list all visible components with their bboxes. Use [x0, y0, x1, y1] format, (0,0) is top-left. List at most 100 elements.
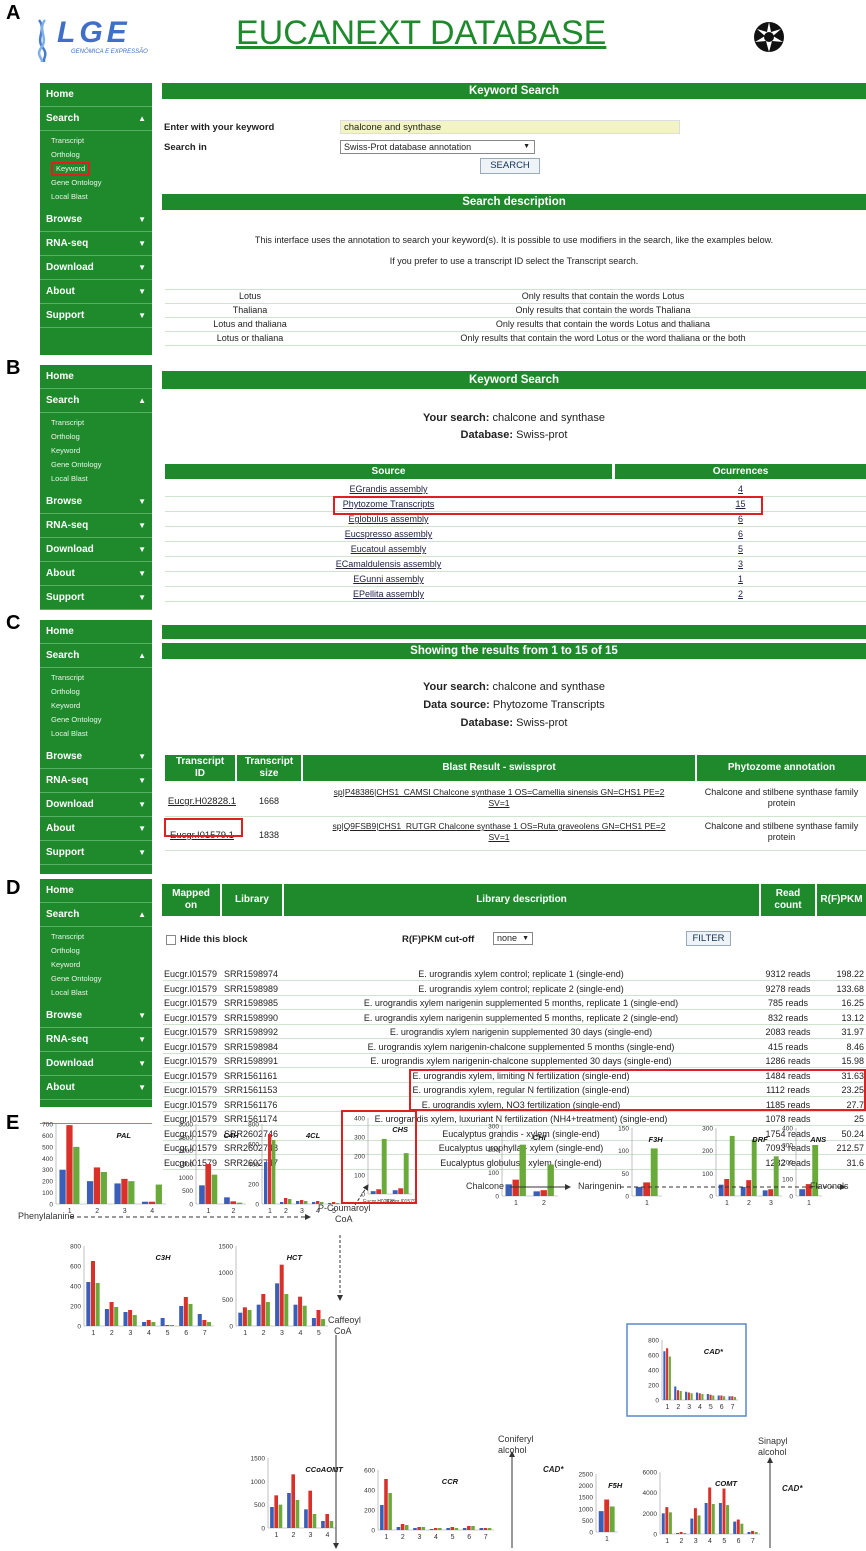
- chevron-up-icon: ▲: [138, 651, 146, 660]
- sidebar-item-gene-ontology[interactable]: Gene Ontology: [51, 458, 152, 472]
- source-link[interactable]: EPellita assembly: [165, 589, 612, 599]
- sidebar-item-browse[interactable]: Browse ▼: [40, 208, 152, 232]
- sidebar-item-browse[interactable]: Browse ▼: [40, 490, 152, 514]
- occurrence-link[interactable]: 1: [615, 574, 866, 584]
- blast-result-link[interactable]: sp|Q9FSB9|CHS1_RUTGR Chalcone synthase 1…: [303, 821, 695, 831]
- sidebar-item-home[interactable]: Home: [40, 365, 152, 389]
- source-link[interactable]: Eucspresso assembly: [165, 529, 612, 539]
- sidebar-item-search[interactable]: Search ▲: [40, 389, 152, 413]
- sidebar-item-gene-ontology[interactable]: Gene Ontology: [51, 176, 152, 190]
- bar: [519, 1144, 526, 1196]
- sidebar-item-about[interactable]: About ▼: [40, 280, 152, 304]
- sidebar-item-gene-ontology[interactable]: Gene Ontology: [51, 972, 152, 986]
- sidebar-item-keyword[interactable]: Keyword: [51, 958, 152, 972]
- sidebar-item-transcript[interactable]: Transcript: [51, 134, 152, 148]
- sidebar-item-keyword[interactable]: Keyword: [51, 444, 152, 458]
- alcohol-label-2: alcohol: [758, 1447, 787, 1457]
- searchin-select[interactable]: Swiss-Prot database annotation ▼: [340, 140, 535, 154]
- example-keyword: Lotus: [238, 291, 262, 301]
- read-count: 2083 reads: [765, 1027, 811, 1037]
- y-tick-label: 0: [229, 1324, 233, 1331]
- x-tick-label: 7: [731, 1404, 735, 1411]
- blast-result-link-2[interactable]: SV=1: [303, 832, 695, 842]
- occurrence-link[interactable]: 2: [615, 589, 866, 599]
- sidebar-item-rnaseq[interactable]: RNA-seq ▼: [40, 232, 152, 256]
- source-link[interactable]: EGrandis assembly: [165, 484, 612, 494]
- occurrence-link[interactable]: 5: [615, 544, 866, 554]
- sidebar-item-keyword[interactable]: Keyword: [51, 162, 91, 176]
- sidebar-item-local-blast[interactable]: Local Blast: [51, 986, 152, 1000]
- sidebar-item-ortholog[interactable]: Ortholog: [51, 685, 152, 699]
- sidebar-item-download[interactable]: Download ▼: [40, 538, 152, 562]
- sidebar-item-about[interactable]: About ▼: [40, 1076, 152, 1100]
- sidebar-item-about[interactable]: About ▼: [40, 562, 152, 586]
- sidebar-item-browse[interactable]: Browse ▼: [40, 745, 152, 769]
- blast-result-header: Blast Result - swissprot: [303, 755, 695, 781]
- sidebar-item-keyword[interactable]: Keyword: [51, 699, 152, 713]
- sidebar-item-search[interactable]: Search ▲: [40, 644, 152, 668]
- keyword-input[interactable]: chalcone and synthase: [340, 120, 680, 134]
- site-title[interactable]: EUCANEXT DATABASE: [236, 14, 606, 53]
- source-link[interactable]: ECamaldulensis assembly: [165, 559, 612, 569]
- sidebar-item-download[interactable]: Download ▼: [40, 256, 152, 280]
- sidebar-item-search[interactable]: Search ▲: [40, 903, 152, 927]
- sidebar-item-transcript[interactable]: Transcript: [51, 416, 152, 430]
- sidebar-item-rnaseq[interactable]: RNA-seq ▼: [40, 514, 152, 538]
- source-link[interactable]: EGunni assembly: [165, 574, 612, 584]
- sidebar-item-download[interactable]: Download ▼: [40, 1052, 152, 1076]
- sidebar-item-support[interactable]: Support ▼: [40, 586, 152, 610]
- bar: [272, 1140, 276, 1204]
- bar: [321, 1521, 325, 1528]
- sidebar-item-about[interactable]: About ▼: [40, 817, 152, 841]
- bar: [123, 1312, 128, 1326]
- y-tick-label: 1500: [579, 1495, 594, 1502]
- sidebar-item-ortholog[interactable]: Ortholog: [51, 430, 152, 444]
- lge-logo[interactable]: LGE GENÔMICA E EXPRESSÃO: [33, 16, 163, 64]
- source-link[interactable]: Eucatoul assembly: [165, 544, 612, 554]
- read-count-header: Read count: [761, 884, 815, 916]
- search-button[interactable]: SEARCH: [480, 158, 540, 174]
- sidebar-item-local-blast[interactable]: Local Blast: [51, 727, 152, 741]
- sidebar-item-transcript[interactable]: Transcript: [51, 671, 152, 685]
- sidebar-item-local-blast[interactable]: Local Blast: [51, 190, 152, 204]
- y-tick-label: 300: [488, 1124, 499, 1131]
- x-tick-label: 2: [110, 1330, 114, 1337]
- transcript-id-link[interactable]: Eucgr.H02828.1: [165, 796, 239, 807]
- sidebar-item-browse[interactable]: Browse ▼: [40, 1004, 152, 1028]
- blast-result-link[interactable]: sp|P48386|CHS1_CAMSI Chalcone synthase 1…: [303, 787, 695, 797]
- x-tick-label: 1: [645, 1200, 649, 1207]
- bar: [321, 1319, 326, 1326]
- blast-result-link-2[interactable]: SV=1: [303, 798, 695, 808]
- sidebar-item-home[interactable]: Home: [40, 620, 152, 644]
- x-tick-label: 3: [123, 1208, 127, 1215]
- occurrence-link[interactable]: 4: [615, 484, 866, 494]
- chevron-up-icon: ▲: [138, 396, 146, 405]
- sidebar-item-home[interactable]: Home: [40, 879, 152, 903]
- sidebar-item-ortholog[interactable]: Ortholog: [51, 148, 152, 162]
- bar: [413, 1528, 417, 1530]
- sidebar-item-support[interactable]: Support ▼: [40, 841, 152, 865]
- hide-block-checkbox[interactable]: [166, 935, 176, 945]
- sidebar-item-download[interactable]: Download ▼: [40, 793, 152, 817]
- sidebar-item-home[interactable]: Home: [40, 83, 152, 107]
- sidebar-item-local-blast[interactable]: Local Blast: [51, 472, 152, 486]
- source-link[interactable]: Eglobulus assembly: [165, 514, 612, 524]
- sidebar-item-search[interactable]: Search ▲: [40, 107, 152, 131]
- university-logo-icon: [754, 22, 784, 52]
- library-description-header: Library description: [284, 884, 759, 916]
- occurrence-link[interactable]: 3: [615, 559, 866, 569]
- cutoff-select[interactable]: none ▼: [493, 932, 533, 945]
- sidebar-item-support[interactable]: Support ▼: [40, 304, 152, 328]
- sidebar-item-rnaseq[interactable]: RNA-seq ▼: [40, 769, 152, 793]
- occurrence-link[interactable]: 6: [615, 529, 866, 539]
- filter-button[interactable]: FILTER: [686, 931, 731, 946]
- sidebar-item-ortholog[interactable]: Ortholog: [51, 944, 152, 958]
- x-tick-label: 7: [484, 1534, 488, 1541]
- bar: [698, 1393, 701, 1400]
- sidebar-item-transcript[interactable]: Transcript: [51, 930, 152, 944]
- sidebar-item-gene-ontology[interactable]: Gene Ontology: [51, 713, 152, 727]
- mapped-on: Eucgr.I01579: [164, 1027, 218, 1037]
- occurrence-link[interactable]: 6: [615, 514, 866, 524]
- sidebar-item-rnaseq[interactable]: RNA-seq ▼: [40, 1028, 152, 1052]
- y-tick-label: 0: [655, 1398, 659, 1405]
